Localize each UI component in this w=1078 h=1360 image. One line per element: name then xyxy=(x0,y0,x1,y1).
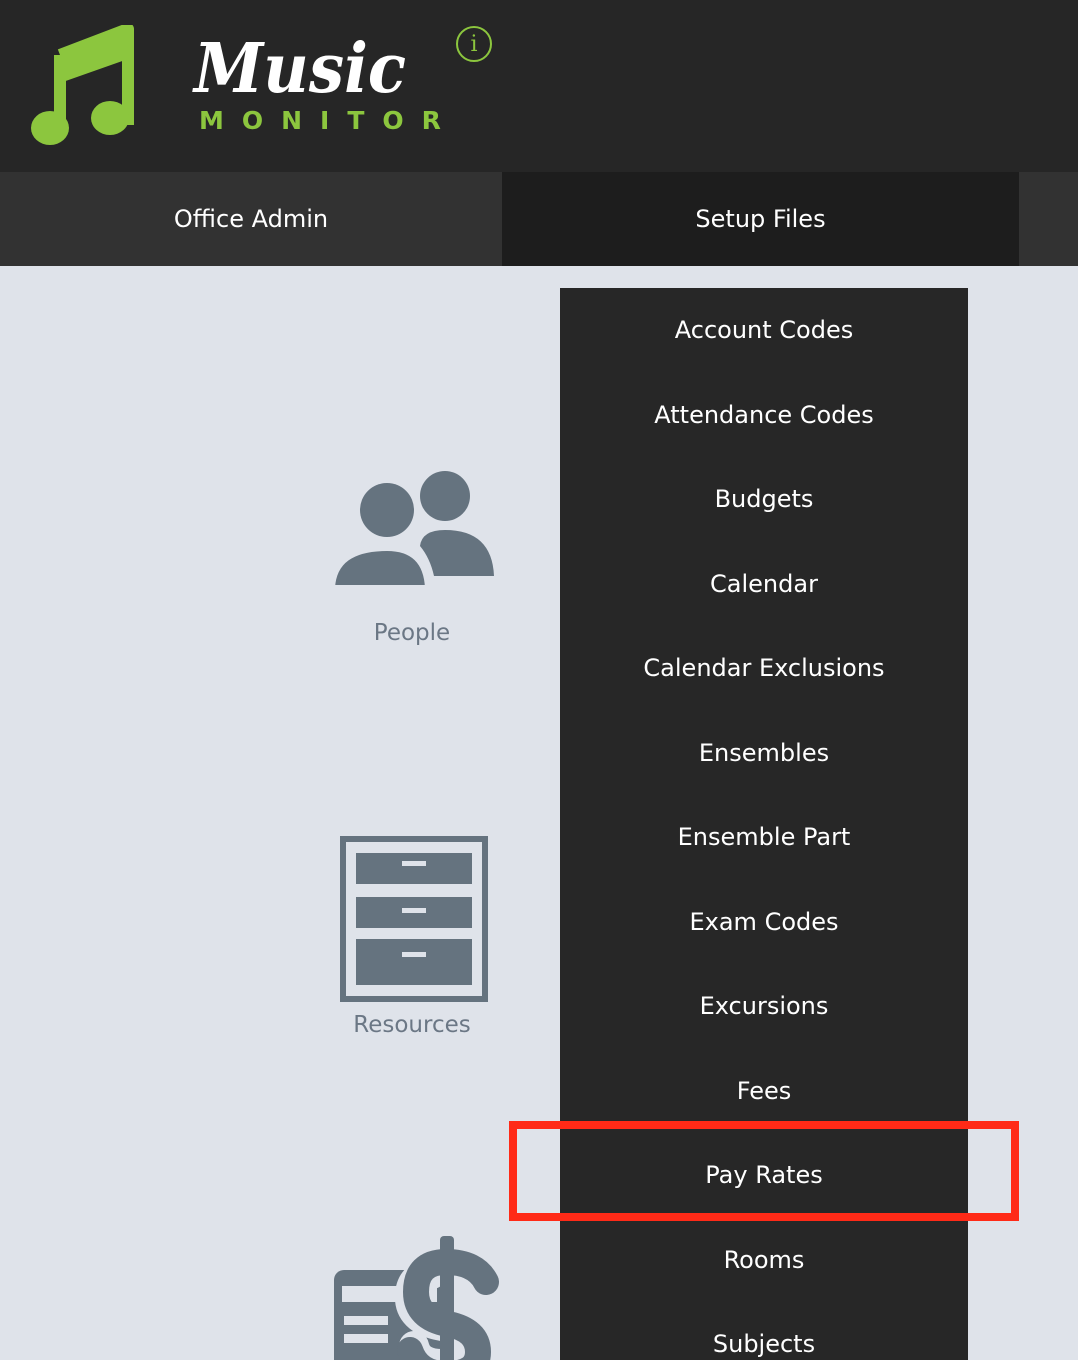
tab-office-admin[interactable]: Office Admin xyxy=(0,172,502,266)
svg-text:Music: Music xyxy=(192,29,406,106)
invoice-dollar-icon xyxy=(334,1236,499,1360)
music-note-icon xyxy=(31,25,134,145)
menu-item-ensemble-part[interactable]: Ensemble Part xyxy=(560,795,968,880)
main-nav: Office Admin Setup Files xyxy=(0,172,1078,266)
logo-wordmark: Music xyxy=(192,29,406,106)
menu-item-calendar[interactable]: Calendar xyxy=(560,542,968,627)
menu-item-exam-codes[interactable]: Exam Codes xyxy=(560,880,968,965)
menu-item-rooms[interactable]: Rooms xyxy=(560,1218,968,1303)
logo-subtitle: MONITOR xyxy=(199,106,459,135)
setup-files-dropdown: Account Codes Attendance Codes Budgets C… xyxy=(560,288,968,1360)
filing-cabinet-icon xyxy=(340,836,488,1002)
tile-billing[interactable] xyxy=(322,1234,502,1360)
menu-item-calendar-exclusions[interactable]: Calendar Exclusions xyxy=(560,626,968,711)
tab-overflow[interactable] xyxy=(1019,172,1078,266)
menu-item-fees[interactable]: Fees xyxy=(560,1049,968,1134)
menu-item-pay-rates[interactable]: Pay Rates xyxy=(560,1133,968,1218)
menu-item-account-codes[interactable]: Account Codes xyxy=(560,288,968,373)
menu-item-budgets[interactable]: Budgets xyxy=(560,457,968,542)
menu-item-excursions[interactable]: Excursions xyxy=(560,964,968,1049)
tile-people[interactable]: People xyxy=(322,462,502,662)
tile-label: People xyxy=(373,620,451,646)
menu-item-ensembles[interactable]: Ensembles xyxy=(560,711,968,796)
menu-item-subjects[interactable]: Subjects xyxy=(560,1302,968,1360)
menu-item-attendance-codes[interactable]: Attendance Codes xyxy=(560,373,968,458)
tab-setup-files[interactable]: Setup Files xyxy=(502,172,1019,266)
tile-label: Resources xyxy=(353,1012,471,1038)
info-icon[interactable]: i xyxy=(456,26,492,62)
people-icon xyxy=(330,471,494,591)
app-header: Music MONITOR i xyxy=(0,0,1078,172)
tile-resources[interactable]: Resources xyxy=(322,836,502,1046)
